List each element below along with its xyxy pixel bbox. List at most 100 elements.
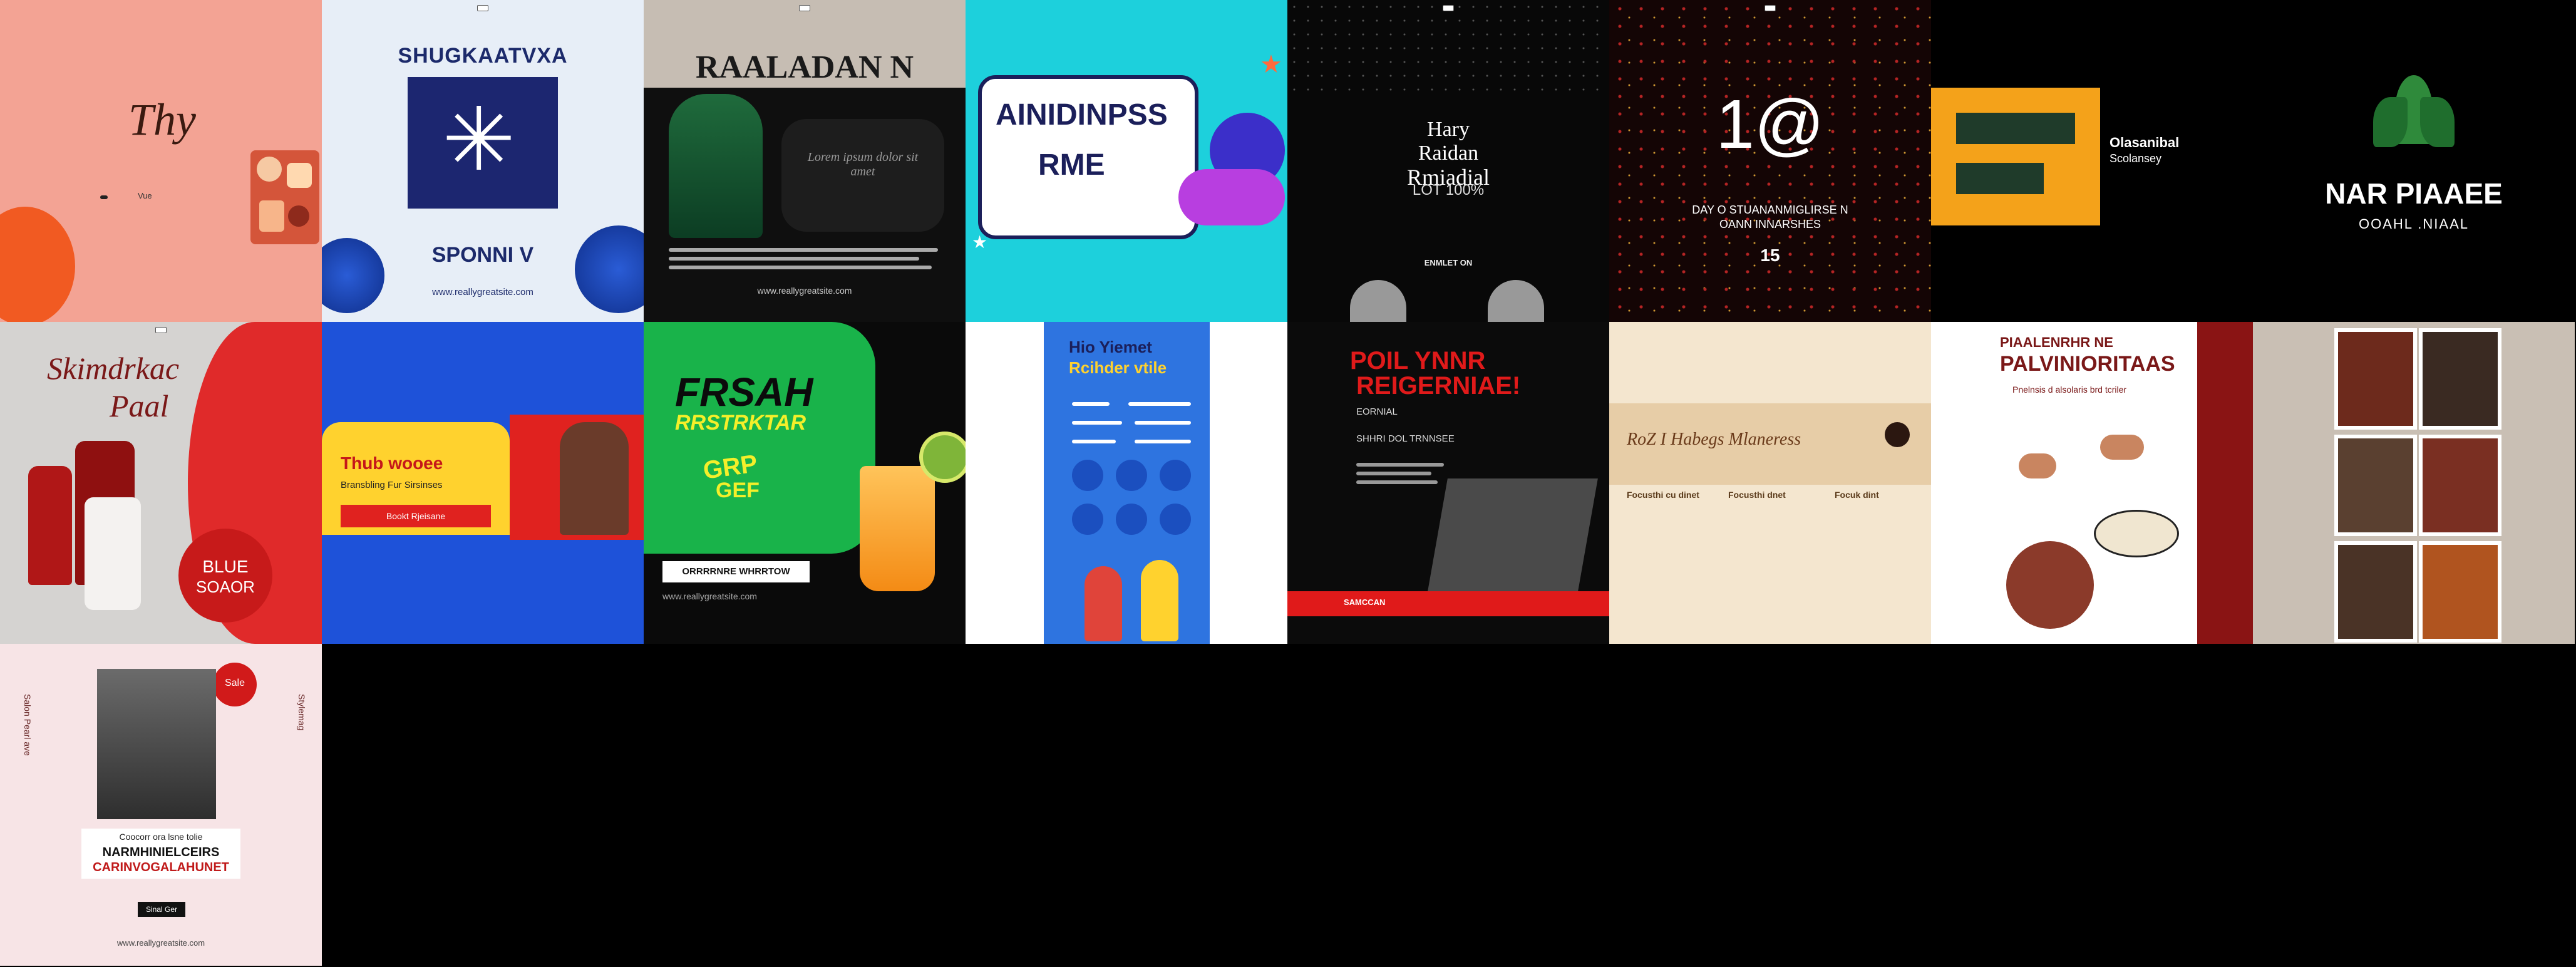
food-piece-1 [2100,435,2144,460]
card-line1: AINIDINPSS [996,98,1168,132]
countdown-number: 1@ [1716,86,1825,163]
person-photo [560,422,629,535]
coral-right [575,225,644,313]
template-card-poil-ynnr[interactable]: POIL YNNR REIGERNIAE! EORNIAL SHHRI DOL … [1287,322,1609,644]
top-indicator [799,5,810,11]
badge-line2: SOAOR [196,577,255,596]
juice-glass [860,466,935,591]
card-line4: LOT 100% [1412,182,1485,199]
cloud [1178,169,1285,225]
card-title1: POIL YNNR [1350,347,1486,375]
people-illustration [1072,560,1197,641]
card-title: Thy [128,95,196,145]
brand-subtitle: OOAHL .NIAAL [2358,216,2469,232]
card-footer: www.reallygreatsite.com [757,286,852,296]
script-title: RoZ I Habegs Mlaneress [1627,430,1801,449]
card-label: EORNIAL [1356,406,1398,417]
snowflake-icon: ✳ [442,90,516,189]
badge-line1: BLUE [202,557,249,576]
template-card-cream-brochure[interactable]: RoZ I Habegs Mlaneress Focusthi cu dinet… [1609,322,1931,644]
card-label: ENMLET ON [1424,258,1473,267]
card-subtitle: SPONNI V [431,243,534,267]
red-strip: SAMCCAN [1287,591,1609,616]
card-title: Skimdrkac [47,351,180,386]
card-footer: www.reallygreatsite.com [662,591,757,601]
photo-2 [2419,328,2501,430]
snowflake-box: ✳ [408,77,558,209]
info-lines [1072,402,1197,452]
photo-frame [1428,478,1598,591]
text-blob: Lorem ipsum dolor sit amet [781,119,944,232]
card-line2: Raidan [1418,142,1479,165]
book-button[interactable]: Bookt Rjeisane [341,505,491,527]
col-2: Focusthi dnet [1728,490,1786,500]
logo-shape [1931,88,2100,225]
sale-badge: Sale [213,663,257,706]
template-card-logo-orange[interactable]: Olasanibal Scolansey [1931,0,2253,322]
template-card-palviniortaas[interactable]: PIAALENRHR NE PALVINIORITAAS Pnelnsis d … [1931,322,2253,644]
cta-button[interactable]: ORRRRNRE WHRRTOW [662,561,810,582]
strip-text: SAMCCAN [1344,597,1386,607]
template-card-skincare[interactable]: Skimdrkac Paal BLUE SOAOR [0,322,322,644]
photo-6 [2419,541,2501,643]
brand-title: NAR PIAAEE [2325,177,2503,210]
photo-5 [2334,541,2417,643]
template-card-thub-wooee[interactable]: Thub wooee Bransbling Fur Sirsinses Book… [322,322,644,644]
body-lines [669,246,938,277]
starfield [1287,0,1609,94]
plate [2094,510,2179,557]
template-gallery: Thy Vue SHUGKAATVXA ✳ SPONNI V www.reall… [0,0,2576,967]
sticker-2: GEF [716,478,760,502]
arch-right [1488,280,1544,322]
leaf-icon [2373,75,2455,157]
star-icon: ★ [1260,51,1282,78]
template-card-raaladan[interactable]: RAALADAN N Lorem ipsum dolor sit amet ww… [644,0,966,322]
template-card-thy[interactable]: Thy Vue [0,0,322,322]
badge-circle: BLUE SOAOR [178,529,272,623]
card-title: PALVINIORITAAS [2000,352,2175,376]
jar [85,497,141,610]
card-subline: SHHRI DOL TRNNSEE [1356,433,1455,444]
speech-card: AINIDINPSS RME [978,75,1198,239]
card-title: SHUGKAATVXA [398,44,568,68]
card-footer: www.reallygreatsite.com [432,287,533,297]
sale-badge-text: Sale [224,678,245,688]
card-number: 15 [1760,246,1780,265]
photo-3 [2334,435,2417,536]
brand-line1: Olasanibal [2110,135,2180,150]
photo-1 [2334,328,2417,430]
template-card-fashion[interactable]: Sale Salon Pearl ave Stylemag Coocorr or… [0,644,322,966]
card-line3: CARINVOGALAHUNET [93,861,229,874]
card-title2: Rcihder vtile [1069,358,1167,377]
card-kicker: PIAALENRHR NE [2000,334,2113,350]
kiwi-slice [919,432,966,483]
card-line: DAY O STUANANMIGLIRSE N [1692,204,1848,216]
card-line2: NARMHINIELCEIRS [102,845,220,859]
card-caption: Vue [138,191,152,200]
template-card-countdown[interactable]: 1@ DAY O STUANANMIGLIRSE N OANN INNARSHE… [1609,0,1931,322]
brand-line2: Scolansey [2110,152,2162,165]
card-line2: OANN INNARSHES [1719,218,1821,230]
card-title2: Paal [110,388,169,423]
photo-4 [2419,435,2501,536]
model-photo [97,669,216,819]
pattern-tile [250,150,319,244]
card-title: RAALADAN N [695,49,914,85]
card-title: FRSAH [675,370,813,415]
accent-dot [1885,422,1910,447]
template-card-ainidinpss[interactable]: AINIDINPSS RME ★ ★ [966,0,1287,322]
shop-button[interactable]: Sinal Ger [138,902,185,917]
template-card-frsah[interactable]: FRSAH RRSTRKTAR GRP GEF ORRRRNRE WHRRTOW… [644,322,966,644]
card-title: Thub wooee [341,453,443,473]
icon-grid [1072,460,1197,541]
template-card-shugkaatvxa[interactable]: SHUGKAATVXA ✳ SPONNI V www.reallygreatsi… [322,0,644,322]
figure-photo [669,94,763,238]
green-panel [644,322,875,554]
top-indicator [477,5,488,11]
template-card-nar-piaaee[interactable]: NAR PIAAEE OOAHL .NIAAL [2253,0,2575,322]
template-card-ramadan-sale[interactable]: Hary Raidan Rmiadial LOT 100% ENMLET ON [1287,0,1609,322]
template-card-photo-collage[interactable] [2253,322,2575,644]
col-1: Focusthi cu dinet [1627,490,1699,500]
top-indicator [155,327,167,333]
template-card-infographic[interactable]: Hio Yiemet Rcihder vtile [966,322,1287,644]
